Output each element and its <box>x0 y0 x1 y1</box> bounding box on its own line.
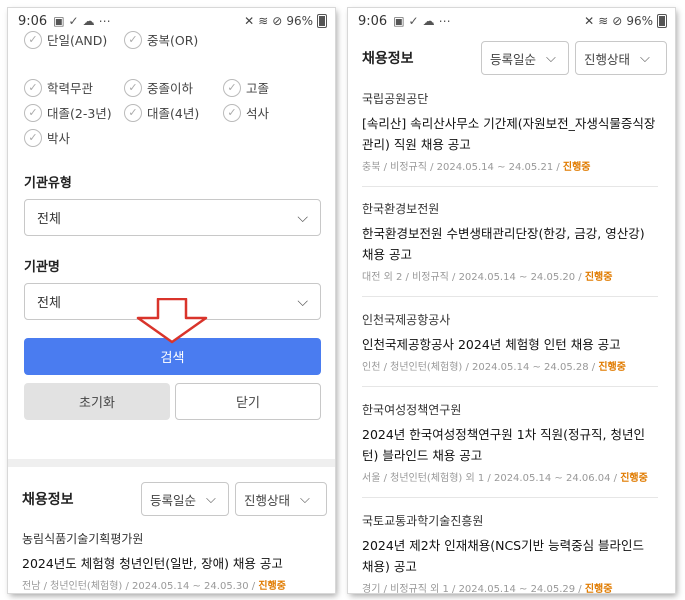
dnd-icon: ⊘ <box>612 14 623 28</box>
right-phone-screen: 9:06 ▣ ✓ ☁ ⋯ ✕ ≋ ⊘ 96% 채용정보 등록일순 ⌵ 진행상태 … <box>348 8 675 593</box>
list-divider <box>362 186 658 187</box>
list-title: 채용정보 <box>362 51 414 67</box>
left-phone-screen: 9:06 ▣ ✓ ☁ ⋯ ✕ ≋ ⊘ 96% ✓ 단일(AND) ✓ 중복(OR… <box>8 8 335 593</box>
notification-icons: ▣ ✓ ☁ ⋯ <box>393 14 450 28</box>
battery-icon <box>317 14 327 28</box>
progress-dropdown[interactable]: 진행상태 ⌵ <box>575 41 667 75</box>
list-item[interactable]: 농림식품기술기획평가원 2024년도 체험형 청년인턴(일반, 장애) 채용 공… <box>22 530 318 592</box>
more-icon: ⋯ <box>98 14 111 28</box>
mute-icon: ✕ <box>244 14 255 28</box>
checkbox-edu-any[interactable]: ✓ 학력무관 <box>24 78 93 97</box>
list-divider <box>362 386 658 387</box>
section-divider <box>8 459 335 467</box>
checkbox-edu-high[interactable]: ✓ 고졸 <box>223 78 269 97</box>
agency-type-select[interactable]: 전체 ⌵ <box>24 199 321 236</box>
checkbox-edu-university[interactable]: ✓ 대졸(4년) <box>124 103 199 122</box>
agency-name-label: 기관명 <box>24 260 60 275</box>
sort-dropdown[interactable]: 등록일순 ⌵ <box>481 41 569 75</box>
checkbox-and[interactable]: ✓ 단일(AND) <box>24 30 107 49</box>
status-time: 9:06 <box>358 13 388 29</box>
chevron-down-icon: ⌵ <box>206 491 216 507</box>
battery-percent: 96% <box>286 14 313 28</box>
status-badge: 진행중 <box>562 162 591 173</box>
dnd-icon: ⊘ <box>272 14 283 28</box>
status-badge: 진행중 <box>258 581 286 592</box>
list-header: 채용정보 등록일순 ⌵ 진행상태 ⌵ <box>8 479 335 519</box>
gallery-icon: ▣ <box>53 14 65 28</box>
mute-icon: ✕ <box>584 14 595 28</box>
checkbox-edu-master[interactable]: ✓ 석사 <box>223 103 269 122</box>
check-circle-icon: ✓ <box>24 128 42 147</box>
system-icons: ✕ ≋ ⊘ 96% <box>244 14 327 28</box>
status-time: 9:06 <box>18 13 48 29</box>
list-item[interactable]: 국토교통과학기술진흥원 2024년 제2차 인재채용(NCS기반 능력중심 블라… <box>362 512 658 593</box>
status-bar: 9:06 ▣ ✓ ☁ ⋯ ✕ ≋ ⊘ 96% <box>348 8 675 34</box>
check-icon: ✓ <box>68 14 79 28</box>
checkbox-edu-middle[interactable]: ✓ 중졸이하 <box>124 78 193 97</box>
more-icon: ⋯ <box>438 14 451 28</box>
checkbox-or[interactable]: ✓ 중복(OR) <box>124 30 198 49</box>
status-badge: 진행중 <box>620 473 648 484</box>
wifi-icon: ≋ <box>598 14 609 28</box>
cloud-icon: ☁ <box>422 14 435 28</box>
check-circle-icon: ✓ <box>24 103 42 122</box>
chevron-down-icon: ⌵ <box>640 50 650 66</box>
list-item[interactable]: 한국환경보전원 한국환경보전원 수변생태관리단장(한강, 금강, 영산강) 채용… <box>362 200 658 283</box>
close-button[interactable]: 닫기 <box>175 383 321 420</box>
check-circle-icon: ✓ <box>124 78 142 97</box>
check-circle-icon: ✓ <box>24 30 42 49</box>
check-circle-icon: ✓ <box>223 78 241 97</box>
agency-type-label: 기관유형 <box>24 176 72 191</box>
progress-dropdown[interactable]: 진행상태 ⌵ <box>235 482 327 516</box>
list-title: 채용정보 <box>22 492 74 508</box>
check-circle-icon: ✓ <box>223 103 241 122</box>
battery-percent: 96% <box>626 14 653 28</box>
status-badge: 진행중 <box>584 272 613 283</box>
sort-dropdown[interactable]: 등록일순 ⌵ <box>141 482 229 516</box>
battery-icon <box>657 14 667 28</box>
status-badge: 진행중 <box>598 362 626 373</box>
cloud-icon: ☁ <box>82 14 95 28</box>
chevron-down-icon: ⌵ <box>546 50 556 66</box>
check-circle-icon: ✓ <box>124 103 142 122</box>
list-item[interactable]: 국립공원공단 [속리산] 속리산사무소 기간제(자원보전_자생식물증식장 관리)… <box>362 90 658 173</box>
checkbox-edu-college[interactable]: ✓ 대졸(2-3년) <box>24 103 112 122</box>
status-badge: 진행중 <box>584 584 613 593</box>
notification-icons: ▣ ✓ ☁ ⋯ <box>53 14 110 28</box>
list-header: 채용정보 등록일순 ⌵ 진행상태 ⌵ <box>348 38 675 78</box>
list-divider <box>362 296 658 297</box>
check-circle-icon: ✓ <box>124 30 142 49</box>
chevron-down-icon: ⌵ <box>300 491 310 507</box>
gallery-icon: ▣ <box>393 14 405 28</box>
list-item[interactable]: 인천국제공항공사 인천국제공항공사 2024년 체험형 인턴 채용 공고 인천 … <box>362 311 658 373</box>
check-circle-icon: ✓ <box>24 78 42 97</box>
check-icon: ✓ <box>408 14 419 28</box>
chevron-down-icon: ⌵ <box>297 209 308 226</box>
list-divider <box>362 497 658 498</box>
system-icons: ✕ ≋ ⊘ 96% <box>584 14 667 28</box>
list-item[interactable]: 한국여성정책연구원 2024년 한국여성정책연구원 1차 직원(정규직, 청년인… <box>362 401 658 484</box>
reset-button[interactable]: 초기화 <box>24 383 170 420</box>
checkbox-edu-phd[interactable]: ✓ 박사 <box>24 128 70 147</box>
chevron-down-icon: ⌵ <box>297 293 308 310</box>
wifi-icon: ≋ <box>258 14 269 28</box>
annotation-arrow-icon <box>136 298 208 344</box>
